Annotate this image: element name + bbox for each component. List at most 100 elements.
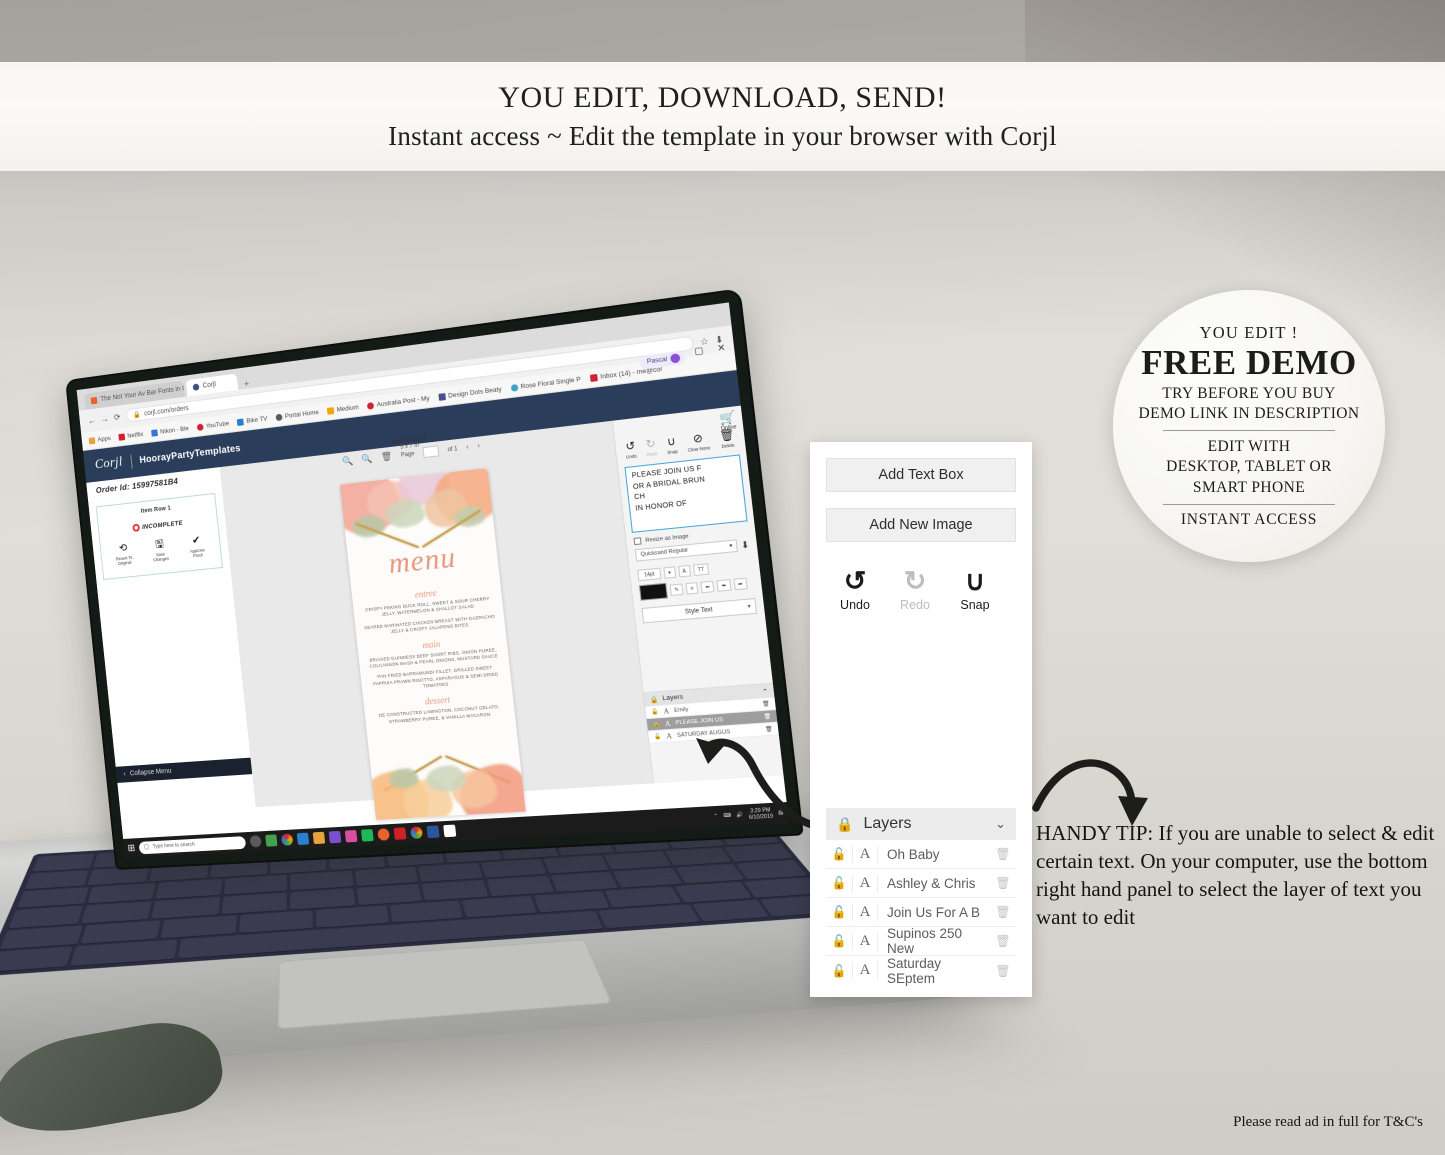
- revert-to-original-button[interactable]: ⟲ Revert To Original: [111, 542, 136, 566]
- windows-start-icon[interactable]: ⊞: [127, 843, 135, 854]
- app-icon-word[interactable]: [426, 825, 440, 839]
- new-tab-icon[interactable]: +: [244, 379, 250, 389]
- prev-page-icon[interactable]: ‹: [466, 444, 469, 451]
- app-icon-chrome-canary[interactable]: [281, 833, 294, 846]
- layer-row[interactable]: 🔓 A Oh Baby 🗑: [826, 840, 1016, 869]
- bookmark-item[interactable]: Apps: [88, 435, 111, 445]
- app-icon-acrobat[interactable]: [393, 827, 407, 840]
- menu-design-card[interactable]: menu entree CRISPY PEKING DUCK ROLL, SWE…: [339, 468, 526, 820]
- letter-spacing-icon[interactable]: TT: [692, 563, 710, 577]
- text-color-swatch[interactable]: [638, 582, 668, 601]
- approve-proof-button[interactable]: ✔ Approve Proof: [184, 534, 210, 560]
- layer-row[interactable]: 🔓 A Supinos 250 New 🗑: [826, 926, 1016, 956]
- tray-volume-icon[interactable]: 🔊: [736, 812, 743, 819]
- chevron-up-icon[interactable]: ⌃: [762, 687, 769, 696]
- bookmark-item[interactable]: Portal Home: [275, 409, 319, 421]
- app-icon-cortana[interactable]: [249, 835, 263, 848]
- order-item-card[interactable]: Item Row 1 INCOMPLETE ⟲ Revert To Origin…: [95, 492, 223, 580]
- app-icon-explorer[interactable]: [313, 831, 326, 845]
- tray-network-icon[interactable]: ⌨: [723, 812, 732, 819]
- lock-icon[interactable]: 🔓: [826, 876, 852, 890]
- app-icon-spotify[interactable]: [361, 829, 375, 842]
- add-text-box-button[interactable]: Add Text Box: [826, 458, 1016, 492]
- delete-icon[interactable]: 🗑: [990, 934, 1016, 948]
- add-new-image-button[interactable]: Add New Image: [826, 508, 1016, 542]
- redo-button[interactable]: ↻ Redo: [894, 568, 936, 613]
- delete-button[interactable]: 🗑 Delete: [719, 429, 736, 449]
- layer-row[interactable]: 🔓 A Join Us For A B 🗑: [826, 898, 1016, 927]
- delete-icon[interactable]: 🗑: [990, 847, 1016, 861]
- app-icon-photos[interactable]: [265, 834, 278, 847]
- app-icon-chrome[interactable]: [410, 826, 424, 839]
- align-left-icon[interactable]: ⬅: [700, 580, 715, 594]
- page-label: Page: [400, 450, 415, 459]
- online-cart-button[interactable]: 🛒 Online: [719, 409, 737, 432]
- app-icon-editor[interactable]: [329, 830, 342, 844]
- layers-header[interactable]: 🔒 Layers ⌄: [826, 808, 1016, 840]
- snap-button[interactable]: ∪ Snap: [954, 568, 996, 613]
- bold-icon[interactable]: A: [677, 564, 691, 578]
- zoom-out-icon[interactable]: 🔍: [361, 453, 373, 465]
- delete-icon[interactable]: 🗑: [990, 905, 1016, 919]
- bookmark-item[interactable]: Bike TV: [236, 415, 268, 426]
- chevron-down-icon: ▾: [747, 603, 752, 611]
- tray-chevron-icon[interactable]: ⌃: [713, 813, 718, 820]
- lock-icon[interactable]: 🔓: [826, 905, 852, 919]
- tray-notifications-icon[interactable]: ▤: [778, 810, 784, 817]
- key: [389, 900, 464, 923]
- close-icon[interactable]: ✕: [717, 342, 726, 354]
- maximize-icon[interactable]: ▢: [694, 345, 704, 358]
- reload-icon[interactable]: ⟳: [113, 412, 121, 423]
- style-text-accordion[interactable]: Style Text ▾: [641, 597, 758, 624]
- font-size-stepper[interactable]: ▾: [663, 566, 676, 579]
- bookmark-item[interactable]: Medium: [326, 403, 359, 415]
- app-icon-store[interactable]: [297, 832, 310, 845]
- app-icon-mail[interactable]: [443, 824, 457, 838]
- lock-icon[interactable]: 🔓: [651, 708, 659, 715]
- lock-icon[interactable]: 🔓: [652, 721, 660, 728]
- layer-row[interactable]: 🔓 A Ashley & Chris 🗑: [826, 869, 1016, 898]
- undo-button[interactable]: ↺ Undo: [625, 440, 637, 460]
- lock-icon[interactable]: 🔓: [826, 964, 852, 978]
- align-center-icon[interactable]: ⬌: [716, 579, 732, 592]
- next-page-icon[interactable]: ›: [477, 443, 480, 450]
- bookmark-item[interactable]: Netflix: [118, 431, 144, 441]
- bookmark-item[interactable]: YouTube: [196, 420, 229, 431]
- bookmark-item[interactable]: Nikon - Ble: [150, 425, 189, 437]
- forward-icon[interactable]: →: [100, 414, 109, 424]
- trash-icon[interactable]: 🗑: [381, 451, 393, 463]
- collapse-menu-button[interactable]: ‹ Collapse Menu: [115, 757, 253, 783]
- delete-icon[interactable]: 🗑: [990, 876, 1016, 890]
- app-icon-design[interactable]: [345, 829, 358, 843]
- snap-button[interactable]: ∪ Snap: [666, 435, 678, 455]
- font-upload-icon[interactable]: ⬇: [740, 539, 749, 551]
- undo-button[interactable]: ↺ Undo: [834, 568, 876, 613]
- eyedropper-icon[interactable]: ✎: [669, 583, 684, 596]
- back-icon[interactable]: ←: [87, 415, 96, 425]
- bookmark-item[interactable]: Rose Floral Single P: [510, 376, 581, 392]
- delete-icon[interactable]: 🗑: [990, 964, 1016, 978]
- lock-icon[interactable]: 🔓: [654, 733, 662, 740]
- bookmark-favicon: [589, 373, 598, 382]
- taskbar-clock[interactable]: 3:29 PM 6/10/2019: [748, 807, 774, 821]
- delete-icon[interactable]: 🗑: [763, 713, 771, 720]
- app-icon-firefox[interactable]: [377, 828, 391, 841]
- lock-icon[interactable]: 🔓: [826, 847, 852, 861]
- clear-none-button[interactable]: ⊘ Clear None: [686, 432, 711, 453]
- taskbar-search-input[interactable]: ◯ Type here to search: [138, 835, 247, 854]
- font-size-input[interactable]: 14pt: [637, 567, 662, 582]
- delete-icon[interactable]: 🗑: [765, 726, 773, 733]
- text-content-input[interactable]: PLEASE JOIN US F OR A BRIDAL BRUN CH IN …: [624, 454, 748, 533]
- chevron-down-icon[interactable]: ⌄: [995, 816, 1006, 832]
- line-height-icon[interactable]: ≡: [685, 582, 699, 595]
- delete-icon[interactable]: 🗑: [762, 700, 770, 707]
- redo-button[interactable]: ↻ Redo: [645, 438, 657, 458]
- zoom-in-icon[interactable]: 🔍: [342, 455, 354, 467]
- save-changes-button[interactable]: 🖫 Save Changes: [147, 538, 172, 562]
- key: [422, 880, 489, 901]
- bookmark-item[interactable]: Design Dots Beaty: [438, 386, 502, 401]
- layer-row[interactable]: 🔓 A Saturday SEptem 🗑: [826, 956, 1016, 986]
- lock-icon[interactable]: 🔓: [826, 934, 852, 948]
- align-right-icon[interactable]: ➡: [732, 577, 748, 591]
- bookmark-item[interactable]: Australia Post - My: [366, 395, 430, 410]
